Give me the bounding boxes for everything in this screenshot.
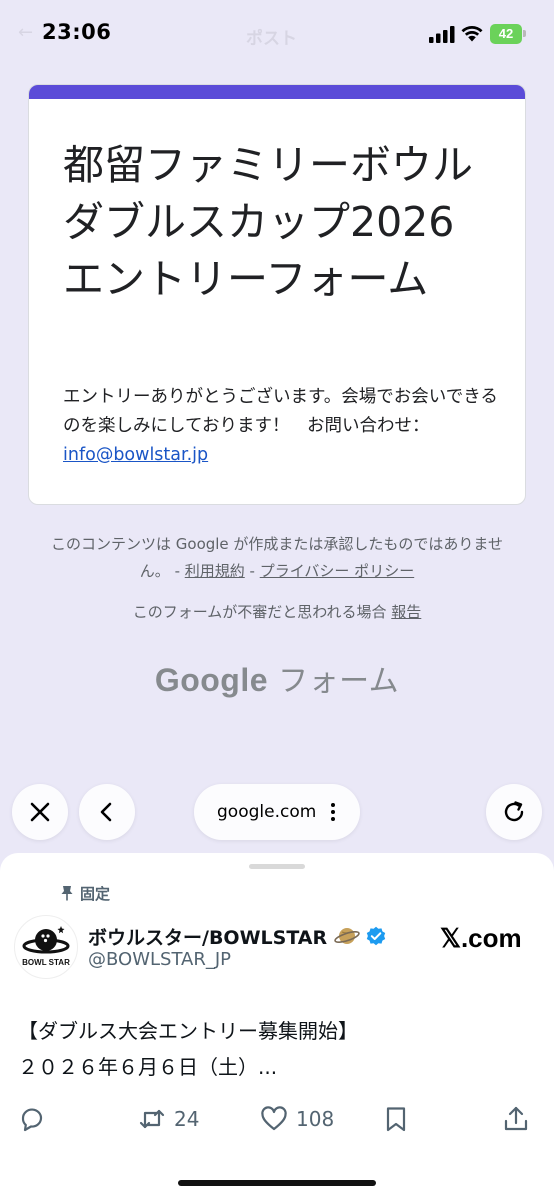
tweet-actions: 24 108 <box>0 1101 554 1141</box>
google-disclaimer: このコンテンツは Google が作成または承認したものではありません。 - 利… <box>40 531 514 585</box>
form-description: エントリーありがとうございます。会場でお会いできるのを楽しみにしております！ お… <box>63 383 503 470</box>
close-icon <box>30 802 50 822</box>
google-forms-logo[interactable]: Google フォーム <box>0 656 554 700</box>
retweet-icon <box>139 1109 165 1129</box>
share-button[interactable] <box>502 1105 530 1135</box>
back-arrow-icon: ← <box>18 22 34 43</box>
form-header-card: 都留ファミリーボウルダブルスカップ2026 エントリーフォーム エントリーありが… <box>28 84 526 505</box>
share-icon <box>504 1106 528 1131</box>
display-name[interactable]: ボウルスター/BOWLSTAR <box>88 923 327 950</box>
google-wordmark: Google <box>154 662 269 698</box>
avatar[interactable]: BOWL STAR <box>14 915 78 979</box>
battery-level: 42 <box>498 26 514 41</box>
more-options-icon[interactable] <box>331 803 335 821</box>
reload-icon <box>504 801 524 822</box>
back-button[interactable] <box>79 784 135 840</box>
link-separator: - <box>244 562 260 580</box>
status-time: 23:06 <box>42 20 112 44</box>
x-com-label[interactable]: 𝕏.com <box>440 923 522 954</box>
wifi-icon <box>461 25 483 42</box>
reply-button[interactable] <box>18 1105 46 1135</box>
like-button[interactable]: 108 <box>260 1105 334 1135</box>
report-text: このフォームが不審だと思われる場合 <box>132 603 392 621</box>
nav-title: ポスト <box>246 29 297 49</box>
status-bar: ← 23:06 ポスト 42 <box>0 0 554 70</box>
home-indicator[interactable] <box>178 1180 376 1186</box>
tweet-sheet[interactable]: 固定 BOWL STAR ボウルスター/BOWLSTAR @BOWLSTAR_J… <box>0 853 554 1199</box>
form-description-text: エントリーありがとうございます。会場でお会いできるのを楽しみにしております！ お… <box>63 387 498 436</box>
form-accent-bar <box>29 85 525 99</box>
close-button[interactable] <box>12 784 68 840</box>
forms-wordmark: フォーム <box>278 664 400 699</box>
retweet-button[interactable]: 24 <box>138 1105 199 1135</box>
privacy-policy-link[interactable]: プライバシー ポリシー <box>260 562 414 580</box>
battery-icon: 42 <box>490 24 528 44</box>
chevron-left-icon <box>100 802 112 822</box>
bookmark-button[interactable] <box>382 1105 410 1135</box>
reply-icon <box>21 1108 43 1132</box>
sheet-handle[interactable] <box>249 864 305 869</box>
retweet-count: 24 <box>174 1107 200 1131</box>
reload-button[interactable] <box>486 784 542 840</box>
cellular-signal-icon <box>429 26 455 43</box>
contact-email-link[interactable]: info@bowlstar.jp <box>63 445 208 465</box>
terms-link[interactable]: 利用規約 <box>185 562 245 580</box>
bookmark-icon <box>386 1107 406 1132</box>
url-bar[interactable]: google.com <box>194 784 360 840</box>
username[interactable]: @BOWLSTAR_JP <box>88 949 231 970</box>
avatar-logo-text: BOWL STAR <box>22 958 70 967</box>
report-link[interactable]: 報告 <box>391 603 421 621</box>
report-row: このフォームが不審だと思われる場合 報告 <box>0 601 554 622</box>
form-title: 都留ファミリーボウルダブルスカップ2026 エントリーフォーム <box>63 141 473 303</box>
tweet-line-1: 【ダブルス大会エントリー募集開始】 <box>18 1019 358 1043</box>
tweet-text[interactable]: 【ダブルス大会エントリー募集開始】 ２０２６年６月６日（土）... <box>18 1013 538 1085</box>
pin-icon <box>61 886 73 901</box>
ringed-planet-emoji-icon <box>334 928 360 944</box>
pinned-label: 固定 <box>80 885 111 903</box>
verified-badge-icon <box>366 926 386 946</box>
heart-icon <box>261 1106 287 1131</box>
like-count: 108 <box>296 1107 335 1131</box>
url-text: google.com <box>217 802 317 822</box>
pinned-label-row: 固定 <box>60 883 110 904</box>
bowling-ball-logo-icon <box>22 926 70 954</box>
tweet-line-2: ２０２６年６月６日（土）... <box>18 1055 278 1079</box>
